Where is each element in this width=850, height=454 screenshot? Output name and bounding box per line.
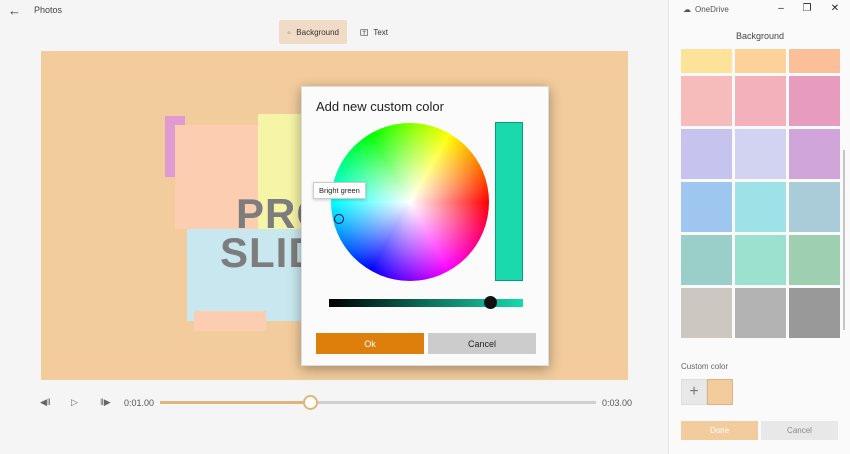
color-swatch[interactable]	[735, 49, 786, 73]
play-icon[interactable]: ▷	[71, 397, 81, 407]
color-swatch[interactable]	[735, 182, 786, 232]
color-swatch[interactable]	[681, 235, 732, 285]
onedrive-label: OneDrive	[695, 5, 729, 14]
color-swatch[interactable]	[789, 235, 840, 285]
text-tab-label: Text	[373, 27, 388, 37]
color-swatch[interactable]	[681, 129, 732, 179]
app-title: Photos	[34, 5, 63, 15]
paint-bucket-icon	[287, 30, 291, 34]
color-picker-handle[interactable]	[334, 214, 344, 224]
total-time: 0:03.00	[602, 398, 633, 408]
minimize-icon[interactable]: –	[775, 3, 787, 14]
cancel-button[interactable]: Cancel	[428, 333, 536, 354]
shape-peach-bar	[194, 311, 266, 331]
background-tab[interactable]: Background	[279, 20, 347, 44]
panel-title: Background	[735, 31, 785, 41]
restore-icon[interactable]: ❐	[801, 3, 813, 14]
cloud-icon: ☁	[683, 5, 691, 14]
color-swatch[interactable]	[735, 235, 786, 285]
custom-color-dialog: Add new custom color Bright green Ok Can…	[301, 86, 549, 366]
color-swatch[interactable]	[681, 76, 732, 126]
panel-cancel-button[interactable]: Cancel	[761, 421, 838, 440]
timeline-progress	[160, 401, 304, 404]
photos-app: ← Photos Background Text PRO SLID ◀‖ ▷ ‖…	[0, 0, 850, 454]
color-wheel[interactable]	[331, 123, 489, 281]
custom-color-label: Custom color	[681, 362, 729, 371]
color-swatch[interactable]	[735, 288, 786, 338]
color-swatch[interactable]	[681, 182, 732, 232]
ok-button[interactable]: Ok	[316, 333, 424, 354]
skip-back-icon[interactable]: ◀‖	[40, 397, 51, 407]
swatch-grid	[681, 49, 840, 338]
text-tab[interactable]: Text	[352, 20, 396, 44]
color-swatch[interactable]	[735, 129, 786, 179]
onedrive-status: ☁ OneDrive	[683, 5, 729, 14]
color-swatch[interactable]	[789, 182, 840, 232]
background-tab-label: Background	[296, 27, 339, 37]
text-icon	[360, 28, 368, 36]
done-button[interactable]: Done	[681, 421, 758, 440]
timeline-thumb[interactable]	[303, 395, 318, 410]
custom-color-swatch[interactable]	[707, 379, 733, 405]
close-icon[interactable]: ✕	[829, 3, 841, 14]
color-name-tooltip: Bright green	[313, 182, 366, 199]
background-panel: ☁ OneDrive – ❐ ✕ Background Custom color…	[668, 0, 850, 454]
add-custom-color-button[interactable]: +	[681, 379, 707, 405]
color-swatch[interactable]	[789, 129, 840, 179]
back-arrow-icon[interactable]: ←	[8, 4, 22, 18]
color-swatch[interactable]	[735, 76, 786, 126]
skip-forward-icon[interactable]: ‖▶	[100, 397, 111, 407]
color-swatch[interactable]	[789, 288, 840, 338]
timeline-track[interactable]	[160, 401, 596, 404]
current-time: 0:01.00	[124, 398, 155, 408]
color-swatch[interactable]	[789, 76, 840, 126]
plus-icon: +	[689, 383, 699, 400]
color-swatch[interactable]	[681, 49, 732, 73]
dialog-title: Add new custom color	[316, 99, 444, 114]
color-preview	[495, 122, 523, 281]
color-swatch[interactable]	[681, 288, 732, 338]
brightness-slider-thumb[interactable]	[484, 296, 497, 309]
color-swatch[interactable]	[789, 49, 840, 73]
panel-scrollbar[interactable]	[843, 150, 845, 330]
